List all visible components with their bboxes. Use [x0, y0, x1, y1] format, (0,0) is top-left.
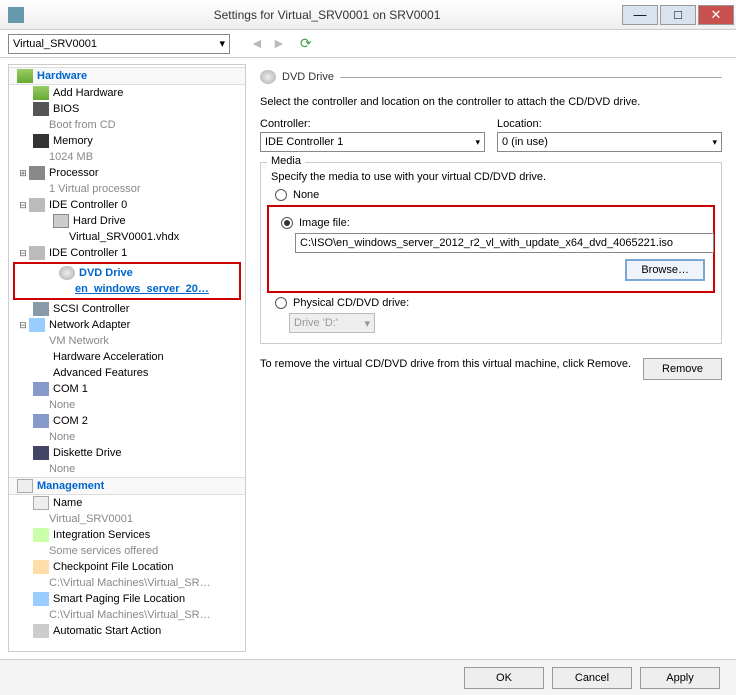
tree-integration-sub: Some services offered [9, 543, 245, 559]
nav-forward-icon[interactable]: ► [272, 35, 286, 49]
tree-paging[interactable]: Smart Paging File Location [9, 591, 245, 607]
image-path-input[interactable]: C:\ISO\en_windows_server_2012_r2_vl_with… [295, 233, 714, 253]
detail-instruction: Select the controller and location on th… [260, 96, 722, 108]
tree-com2[interactable]: COM 2 [9, 413, 245, 429]
radio-physical[interactable]: Physical CD/DVD drive: [275, 297, 711, 309]
tree-harddrive-sub: Virtual_SRV0001.vhdx [9, 229, 245, 245]
maximize-button[interactable]: □ [660, 5, 696, 25]
refresh-icon[interactable]: ⟳ [300, 35, 312, 52]
toolbar: Virtual_SRV0001 ▾ ◄ ► ⟳ [0, 30, 736, 58]
tree-memory-sub: 1024 MB [9, 149, 245, 165]
tree-adv-feat[interactable]: Advanced Features [9, 365, 245, 381]
tree-paging-sub: C:\Virtual Machines\Virtual_SR… [9, 607, 245, 623]
collapse-icon[interactable]: ⊟ [17, 320, 29, 331]
collapse-icon[interactable]: ⊟ [17, 200, 29, 211]
tree-name[interactable]: Name [9, 495, 245, 511]
tree-dvd-drive[interactable]: DVD Drive [15, 265, 239, 281]
expand-icon[interactable]: ⊞ [17, 168, 29, 179]
browse-button[interactable]: Browse… [625, 259, 705, 281]
dvd-icon [260, 70, 276, 84]
section-management: Management [9, 477, 245, 495]
chevron-down-icon: ▾ [219, 37, 225, 50]
ok-button[interactable]: OK [464, 667, 544, 689]
tree-memory[interactable]: Memory [9, 133, 245, 149]
radio-none[interactable]: None [275, 189, 711, 201]
section-hardware: Hardware [9, 67, 245, 85]
tree-network-sub: VM Network [9, 333, 245, 349]
tree-bios[interactable]: BIOS [9, 101, 245, 117]
detail-heading: DVD Drive [282, 71, 334, 83]
tree-autostart[interactable]: Automatic Start Action [9, 623, 245, 639]
detail-panel: DVD Drive Select the controller and loca… [246, 58, 736, 658]
tree-selected-highlight: DVD Drive en_windows_server_20… [13, 262, 241, 300]
tree-com1-sub: None [9, 397, 245, 413]
radio-checked-icon [281, 217, 293, 229]
tree-com1[interactable]: COM 1 [9, 381, 245, 397]
radio-icon [275, 189, 287, 201]
minimize-button[interactable]: — [622, 5, 658, 25]
apply-button[interactable]: Apply [640, 667, 720, 689]
controller-select[interactable]: IDE Controller 1▾ [260, 132, 485, 152]
radio-icon [275, 297, 287, 309]
settings-tree[interactable]: Hardware Add Hardware BIOS Boot from CD … [8, 64, 246, 652]
cancel-button[interactable]: Cancel [552, 667, 632, 689]
tree-com2-sub: None [9, 429, 245, 445]
physical-drive-select: Drive 'D:'▾ [289, 313, 375, 333]
tree-dvd-sub: en_windows_server_20… [15, 281, 239, 297]
tree-hw-accel[interactable]: Hardware Acceleration [9, 349, 245, 365]
media-description: Specify the media to use with your virtu… [271, 171, 711, 183]
remove-instruction: To remove the virtual CD/DVD drive from … [260, 358, 631, 370]
remove-button[interactable]: Remove [643, 358, 722, 380]
tree-processor-sub: 1 Virtual processor [9, 181, 245, 197]
chevron-down-icon: ▾ [475, 137, 480, 148]
media-legend: Media [267, 155, 305, 167]
tree-name-sub: Virtual_SRV0001 [9, 511, 245, 527]
location-label: Location: [497, 118, 722, 130]
image-file-highlight: Image file: C:\ISO\en_windows_server_201… [267, 205, 715, 293]
controller-label: Controller: [260, 118, 485, 130]
nav-back-icon[interactable]: ◄ [250, 35, 264, 49]
media-group: Media Specify the media to use with your… [260, 162, 722, 344]
tree-diskette[interactable]: Diskette Drive [9, 445, 245, 461]
tree-checkpoint-sub: C:\Virtual Machines\Virtual_SR… [9, 575, 245, 591]
collapse-icon[interactable]: ⊟ [17, 248, 29, 259]
window-title: Settings for Virtual_SRV0001 on SRV0001 [32, 8, 622, 22]
dialog-footer: OK Cancel Apply [0, 659, 736, 695]
tree-bios-sub: Boot from CD [9, 117, 245, 133]
tree-integration[interactable]: Integration Services [9, 527, 245, 543]
tree-checkpoint[interactable]: Checkpoint File Location [9, 559, 245, 575]
tree-ide0[interactable]: ⊟IDE Controller 0 [9, 197, 245, 213]
radio-image[interactable]: Image file: [281, 217, 705, 229]
vm-selector[interactable]: Virtual_SRV0001 ▾ [8, 34, 230, 54]
close-button[interactable]: ✕ [698, 5, 734, 25]
chevron-down-icon: ▾ [712, 137, 717, 148]
vm-selector-value: Virtual_SRV0001 [13, 38, 97, 50]
titlebar: Settings for Virtual_SRV0001 on SRV0001 … [0, 0, 736, 30]
tree-harddrive[interactable]: Hard Drive [9, 213, 245, 229]
tree-add-hardware[interactable]: Add Hardware [9, 85, 245, 101]
app-icon [8, 7, 24, 23]
location-select[interactable]: 0 (in use)▾ [497, 132, 722, 152]
tree-diskette-sub: None [9, 461, 245, 477]
tree-processor[interactable]: ⊞Processor [9, 165, 245, 181]
tree-ide1[interactable]: ⊟IDE Controller 1 [9, 245, 245, 261]
tree-network[interactable]: ⊟Network Adapter [9, 317, 245, 333]
tree-scsi[interactable]: SCSI Controller [9, 301, 245, 317]
